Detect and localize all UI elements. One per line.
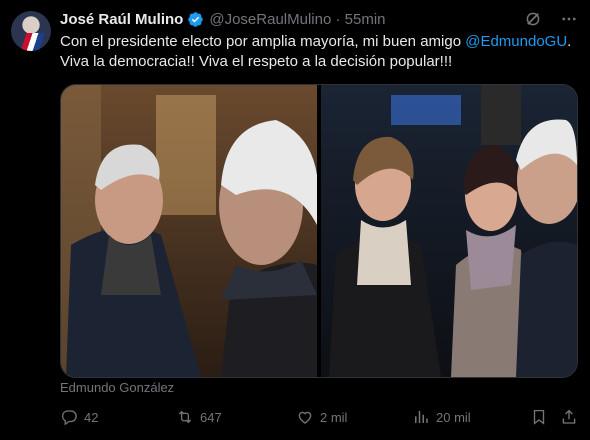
repost-count: 647 (200, 409, 222, 425)
grok-icon[interactable] (524, 10, 542, 28)
more-icon[interactable] (560, 10, 578, 28)
post-time[interactable]: 55min (345, 11, 386, 28)
verified-badge-icon[interactable] (187, 11, 204, 28)
post-actions: 42 647 2 mil 20 mil (60, 406, 580, 430)
post-text: Con el presidente electo por amplia mayo… (60, 32, 580, 72)
mention-link[interactable]: @EdmundoGU (465, 33, 567, 50)
reply-icon[interactable] (60, 408, 78, 426)
reply-button[interactable]: 42 (60, 408, 98, 426)
reply-count: 42 (84, 409, 99, 425)
photo-left[interactable] (61, 85, 317, 377)
repost-button[interactable]: 647 (176, 408, 222, 426)
post-header: José Raúl Mulino @JoseRaulMulino · 55min (60, 8, 578, 30)
like-button[interactable]: 2 mil (296, 408, 347, 426)
bookmark-icon[interactable] (530, 408, 548, 426)
like-icon[interactable] (296, 408, 314, 426)
post-text-part1: Con el presidente electo por amplia mayo… (60, 33, 466, 50)
author-name[interactable]: José Raúl Mulino (60, 11, 183, 28)
share-button[interactable] (560, 408, 578, 426)
repost-icon[interactable] (176, 408, 194, 426)
views-count: 20 mil (436, 409, 471, 425)
like-count: 2 mil (320, 409, 348, 425)
post-media[interactable] (60, 84, 578, 378)
views-button[interactable]: 20 mil (412, 408, 471, 426)
bookmark-button[interactable] (530, 408, 548, 426)
time-separator: · (331, 10, 345, 28)
media-caption[interactable]: Edmundo González (60, 380, 174, 395)
photo-right[interactable] (321, 85, 577, 377)
author-avatar[interactable] (11, 11, 51, 51)
views-icon[interactable] (412, 408, 430, 426)
author-handle[interactable]: @JoseRaulMulino (209, 11, 331, 28)
share-icon[interactable] (560, 408, 578, 426)
